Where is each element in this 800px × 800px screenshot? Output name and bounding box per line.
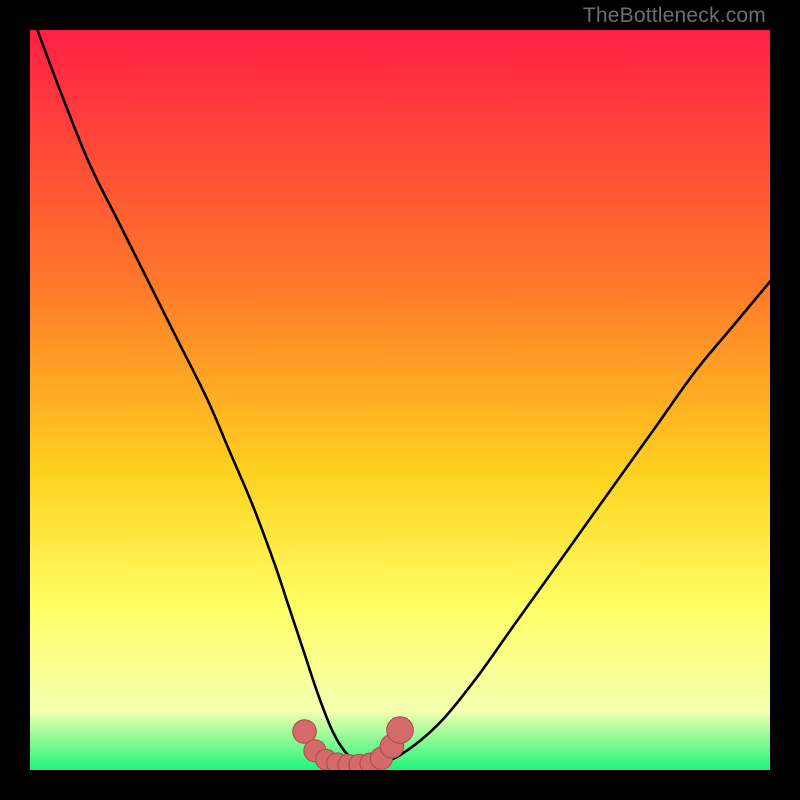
plot-area [30,30,770,770]
optimal-marker [387,717,414,744]
gradient-background [30,30,770,770]
bottleneck-chart [30,30,770,770]
watermark-text: TheBottleneck.com [583,4,766,28]
